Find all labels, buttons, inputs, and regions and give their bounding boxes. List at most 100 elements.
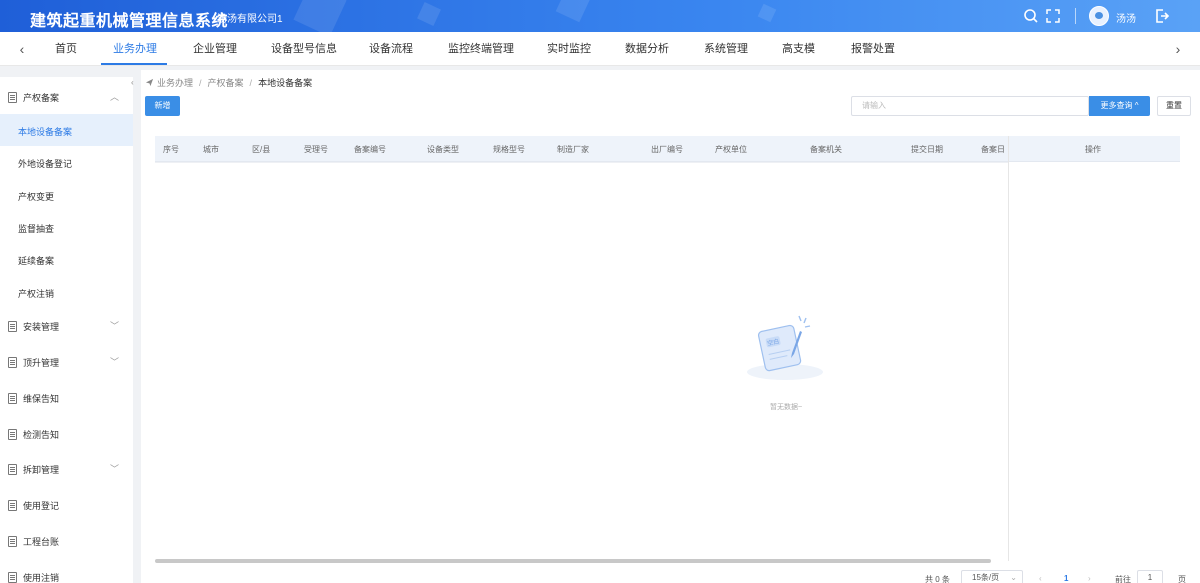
nav-item-alarm[interactable]: 报警处置 [851,32,895,66]
sidebar-group-maintenance-notice[interactable]: 维保告知 [0,380,133,414]
sidebar-group-use-register[interactable]: 使用登记 [0,487,133,521]
nav-active-underline [101,63,167,65]
sidebar-group-label: 检测告知 [23,430,60,440]
search-icon[interactable] [1023,8,1039,24]
column-header: 受理号 [304,145,328,154]
sidebar-group-use-cancel[interactable]: 使用注销 [0,559,133,583]
page-number-current[interactable]: 1 [1064,574,1068,583]
total-count: 共 0 条 [925,575,950,583]
sidebar-item-label: 本地设备备案 [18,127,73,137]
column-header: 规格型号 [493,145,525,154]
sidebar-group-label: 拆卸管理 [23,465,60,475]
chevron-down-icon: ⌄ [1010,573,1017,582]
nav-item-realtime[interactable]: 实时监控 [547,32,591,66]
add-button[interactable]: 新增 [145,96,180,116]
app-title: 建筑起重机械管理信息系统 [30,13,229,30]
document-icon [8,429,17,440]
sidebar-item-external-device-register[interactable]: 外地设备登记 [0,146,133,178]
sidebar-item-label: 外地设备登记 [18,159,73,169]
nav-prev-icon[interactable]: ‹ [15,41,29,57]
breadcrumb-separator: / [199,78,202,88]
column-header: 备案编号 [354,145,386,154]
column-header: 操作 [1085,145,1101,154]
nav-item-analysis[interactable]: 数据分析 [625,32,669,66]
breadcrumb-item[interactable]: 业务办理 [157,78,193,88]
app-root: 建筑起重机械管理信息系统 汤汤有限公司1 汤汤 ‹ 首页 业务办理 企业管理 设… [0,0,1200,583]
nav-item-enterprise[interactable]: 企业管理 [193,32,237,66]
empty-state-text: 暂无数据~ [769,404,803,411]
goto-prefix: 前往 [1115,575,1131,583]
sidebar-item-local-device-filing[interactable]: 本地设备备案 [0,114,133,146]
page-size-value: 15条/页 [972,573,1000,582]
next-page-icon[interactable]: › [1088,574,1091,583]
sidebar-group-label: 维保告知 [23,394,60,404]
avatar[interactable] [1089,6,1109,26]
prev-page-icon[interactable]: ‹ [1039,574,1042,583]
column-header: 设备类型 [427,145,459,154]
sidebar-item-supervision-check[interactable]: 监督抽查 [0,211,133,243]
sidebar-item-label: 产权变更 [18,192,55,202]
sidebar-collapse-icon[interactable]: ‹ [131,78,134,87]
column-header: 产权单位 [715,145,747,154]
sidebar-group-installation[interactable]: 安装管理 ﹀ [0,308,133,342]
empty-state-icon: 空白 [747,315,823,380]
reset-button[interactable]: 重置 [1157,96,1191,116]
sidebar-item-label: 延续备案 [18,256,55,266]
nav-item-home[interactable]: 首页 [55,32,77,66]
sidebar-group-property-filing[interactable]: 产权备案 ︿ [0,79,133,113]
send-icon [145,78,154,87]
sidebar-group-label: 顶升管理 [23,358,60,368]
document-icon [8,321,17,332]
column-header: 区/县 [252,145,271,154]
sidebar-group-jacking[interactable]: 顶升管理 ﹀ [0,344,133,378]
table-header: 序号 城市 区/县 受理号 备案编号 设备类型 规格型号 制造厂家 出厂编号 产… [155,136,1180,162]
nav-item-device-model[interactable]: 设备型号信息 [271,32,337,66]
search-input[interactable]: 请输入 [851,96,1089,116]
sidebar-item-property-cancel[interactable]: 产权注销 [0,276,133,308]
sidebar-group-dismantle[interactable]: 拆卸管理 ﹀ [0,451,133,485]
nav-item-system[interactable]: 系统管理 [704,32,748,66]
nav-item-device-flow[interactable]: 设备流程 [369,32,413,66]
logout-icon[interactable] [1154,8,1170,24]
sidebar-group-label: 使用注销 [23,573,60,583]
fixed-column-divider [1008,136,1009,561]
nav-item-business[interactable]: 业务办理 [113,32,157,66]
document-icon [8,92,17,103]
header-decoration [757,3,777,23]
pagination: 共 0 条 15条/页 ⌄ ‹ 1 › 前往 1 页 [921,570,1200,583]
sidebar-group-project-ledger[interactable]: 工程台账 [0,523,133,557]
username[interactable]: 汤汤 [1116,10,1136,25]
chevron-up-icon: ︿ [110,92,120,102]
column-header: 备案机关 [810,145,842,154]
horizontal-scrollbar[interactable] [155,559,991,563]
breadcrumb-separator: / [249,78,253,88]
sidebar-group-inspection-notice[interactable]: 检测告知 [0,416,133,450]
nav-next-icon[interactable]: › [1171,41,1185,57]
nav-item-monitor-terminal[interactable]: 监控终端管理 [448,32,514,66]
column-header: 出厂编号 [651,145,683,154]
column-header: 序号 [163,145,179,154]
sidebar-item-label: 产权注销 [18,289,55,299]
sidebar: 产权备案 ︿ 本地设备备案 外地设备登记 产权变更 监督抽查 延续备案 产权注销… [0,77,133,583]
document-icon [8,357,17,368]
main-content: 业务办理 / 产权备案 / 本地设备备案 新增 请输入 更多查询 ^ 重置 序号 城市 … [141,70,1200,583]
company-name: 汤汤有限公司1 [217,14,283,25]
sidebar-item-renewal-filing[interactable]: 延续备案 [0,243,133,275]
chevron-down-icon: ﹀ [110,464,120,474]
page-size-select[interactable]: 15条/页 ⌄ [961,570,1023,583]
sidebar-group-label: 工程台账 [23,537,60,547]
goto-page-input[interactable]: 1 [1137,570,1163,583]
sidebar-item-property-change[interactable]: 产权变更 [0,179,133,211]
fullscreen-icon[interactable] [1045,8,1061,24]
more-query-button[interactable]: 更多查询 ^ [1089,96,1150,116]
breadcrumb-item[interactable]: 产权备案 [208,78,244,88]
document-icon [8,536,17,547]
sidebar-item-label: 监督抽查 [18,224,55,234]
document-icon [8,500,17,511]
document-icon [8,464,17,475]
document-icon [8,572,17,583]
document-icon [8,393,17,404]
header-decoration [555,0,591,23]
nav-item-formwork[interactable]: 高支模 [782,32,815,66]
sidebar-group-label: 安装管理 [23,322,60,332]
